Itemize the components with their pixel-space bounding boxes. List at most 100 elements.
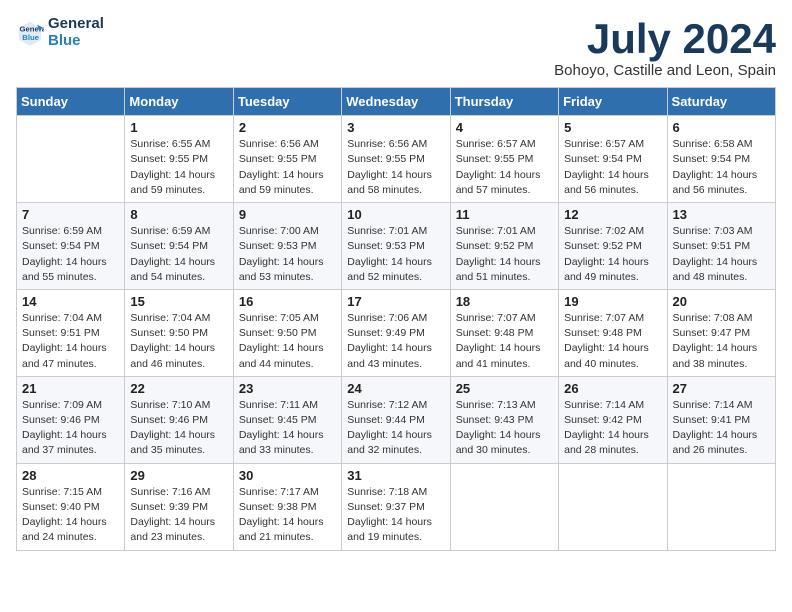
calendar-table: SundayMondayTuesdayWednesdayThursdayFrid… [16, 87, 776, 550]
svg-text:Blue: Blue [22, 33, 39, 42]
logo-line1: General [48, 16, 104, 33]
day-info: Sunrise: 6:56 AM Sunset: 9:55 PM Dayligh… [347, 137, 444, 198]
day-number: 23 [239, 381, 336, 396]
calendar-cell: 6 Sunrise: 6:58 AM Sunset: 9:54 PM Daylig… [667, 116, 775, 203]
day-info: Sunrise: 6:59 AM Sunset: 9:54 PM Dayligh… [130, 224, 227, 285]
calendar-cell: 11Sunrise: 7:01 AM Sunset: 9:52 PM Dayli… [450, 203, 558, 290]
day-number: 11 [456, 207, 553, 222]
weekday-header: Sunday [17, 88, 125, 116]
calendar-week-row: 7 Sunrise: 6:59 AM Sunset: 9:54 PM Daylig… [17, 203, 776, 290]
calendar-cell: 22 Sunrise: 7:10 AM Sunset: 9:46 PM Dayli… [125, 376, 233, 463]
day-number: 3 [347, 120, 444, 135]
day-info: Sunrise: 7:04 AM Sunset: 9:50 PM Dayligh… [130, 311, 227, 372]
calendar-cell: 1Sunrise: 6:55 AM Sunset: 9:55 PM Daylig… [125, 116, 233, 203]
day-info: Sunrise: 7:11 AM Sunset: 9:45 PM Dayligh… [239, 398, 336, 459]
location-subtitle: Bohoyo, Castille and Leon, Spain [554, 62, 776, 79]
month-title: July 2024 [554, 16, 776, 62]
calendar-cell: 30 Sunrise: 7:17 AM Sunset: 9:38 PM Dayli… [233, 463, 341, 550]
logo-icon: General Blue [16, 19, 44, 47]
day-number: 13 [673, 207, 770, 222]
day-info: Sunrise: 7:17 AM Sunset: 9:38 PM Dayligh… [239, 485, 336, 546]
calendar-cell [450, 463, 558, 550]
day-number: 7 [22, 207, 119, 222]
day-number: 9 [239, 207, 336, 222]
day-info: Sunrise: 6:59 AM Sunset: 9:54 PM Dayligh… [22, 224, 119, 285]
calendar-cell: 29 Sunrise: 7:16 AM Sunset: 9:39 PM Dayli… [125, 463, 233, 550]
day-number: 21 [22, 381, 119, 396]
day-number: 5 [564, 120, 661, 135]
day-number: 12 [564, 207, 661, 222]
calendar-week-row: 14 Sunrise: 7:04 AM Sunset: 9:51 PM Dayli… [17, 289, 776, 376]
calendar-cell: 27 Sunrise: 7:14 AM Sunset: 9:41 PM Dayli… [667, 376, 775, 463]
calendar-cell: 4 Sunrise: 6:57 AM Sunset: 9:55 PM Daylig… [450, 116, 558, 203]
day-number: 17 [347, 294, 444, 309]
day-info: Sunrise: 7:07 AM Sunset: 9:48 PM Dayligh… [456, 311, 553, 372]
day-number: 10 [347, 207, 444, 222]
calendar-cell: 16 Sunrise: 7:05 AM Sunset: 9:50 PM Dayli… [233, 289, 341, 376]
day-number: 26 [564, 381, 661, 396]
day-number: 22 [130, 381, 227, 396]
calendar-cell: 14 Sunrise: 7:04 AM Sunset: 9:51 PM Dayli… [17, 289, 125, 376]
day-info: Sunrise: 7:01 AM Sunset: 9:53 PM Dayligh… [347, 224, 444, 285]
calendar-week-row: 28Sunrise: 7:15 AM Sunset: 9:40 PM Dayli… [17, 463, 776, 550]
day-info: Sunrise: 6:57 AM Sunset: 9:54 PM Dayligh… [564, 137, 661, 198]
day-info: Sunrise: 7:05 AM Sunset: 9:50 PM Dayligh… [239, 311, 336, 372]
calendar-cell [17, 116, 125, 203]
day-info: Sunrise: 7:13 AM Sunset: 9:43 PM Dayligh… [456, 398, 553, 459]
calendar-cell: 2Sunrise: 6:56 AM Sunset: 9:55 PM Daylig… [233, 116, 341, 203]
day-number: 8 [130, 207, 227, 222]
calendar-cell: 12 Sunrise: 7:02 AM Sunset: 9:52 PM Dayli… [559, 203, 667, 290]
calendar-cell: 24 Sunrise: 7:12 AM Sunset: 9:44 PM Dayli… [342, 376, 450, 463]
calendar-cell: 15 Sunrise: 7:04 AM Sunset: 9:50 PM Dayli… [125, 289, 233, 376]
calendar-week-row: 1Sunrise: 6:55 AM Sunset: 9:55 PM Daylig… [17, 116, 776, 203]
day-number: 14 [22, 294, 119, 309]
day-info: Sunrise: 7:14 AM Sunset: 9:41 PM Dayligh… [673, 398, 770, 459]
day-number: 6 [673, 120, 770, 135]
day-info: Sunrise: 7:10 AM Sunset: 9:46 PM Dayligh… [130, 398, 227, 459]
calendar-cell: 28Sunrise: 7:15 AM Sunset: 9:40 PM Dayli… [17, 463, 125, 550]
calendar-cell: 26Sunrise: 7:14 AM Sunset: 9:42 PM Dayli… [559, 376, 667, 463]
day-info: Sunrise: 7:09 AM Sunset: 9:46 PM Dayligh… [22, 398, 119, 459]
day-info: Sunrise: 7:12 AM Sunset: 9:44 PM Dayligh… [347, 398, 444, 459]
weekday-header: Saturday [667, 88, 775, 116]
day-number: 30 [239, 468, 336, 483]
day-info: Sunrise: 7:15 AM Sunset: 9:40 PM Dayligh… [22, 485, 119, 546]
day-number: 29 [130, 468, 227, 483]
calendar-cell: 19 Sunrise: 7:07 AM Sunset: 9:48 PM Dayli… [559, 289, 667, 376]
day-number: 19 [564, 294, 661, 309]
calendar-cell: 21 Sunrise: 7:09 AM Sunset: 9:46 PM Dayli… [17, 376, 125, 463]
day-number: 15 [130, 294, 227, 309]
day-info: Sunrise: 6:58 AM Sunset: 9:54 PM Dayligh… [673, 137, 770, 198]
weekday-header-row: SundayMondayTuesdayWednesdayThursdayFrid… [17, 88, 776, 116]
calendar-week-row: 21 Sunrise: 7:09 AM Sunset: 9:46 PM Dayli… [17, 376, 776, 463]
day-info: Sunrise: 7:02 AM Sunset: 9:52 PM Dayligh… [564, 224, 661, 285]
day-info: Sunrise: 7:07 AM Sunset: 9:48 PM Dayligh… [564, 311, 661, 372]
day-number: 4 [456, 120, 553, 135]
weekday-header: Friday [559, 88, 667, 116]
day-number: 16 [239, 294, 336, 309]
weekday-header: Thursday [450, 88, 558, 116]
day-number: 24 [347, 381, 444, 396]
calendar-cell: 7 Sunrise: 6:59 AM Sunset: 9:54 PM Daylig… [17, 203, 125, 290]
day-number: 1 [130, 120, 227, 135]
day-info: Sunrise: 7:00 AM Sunset: 9:53 PM Dayligh… [239, 224, 336, 285]
day-info: Sunrise: 7:03 AM Sunset: 9:51 PM Dayligh… [673, 224, 770, 285]
calendar-cell: 13 Sunrise: 7:03 AM Sunset: 9:51 PM Dayli… [667, 203, 775, 290]
logo-line2: Blue [48, 33, 104, 50]
day-info: Sunrise: 7:16 AM Sunset: 9:39 PM Dayligh… [130, 485, 227, 546]
day-info: Sunrise: 6:56 AM Sunset: 9:55 PM Dayligh… [239, 137, 336, 198]
calendar-cell: 23 Sunrise: 7:11 AM Sunset: 9:45 PM Dayli… [233, 376, 341, 463]
day-info: Sunrise: 6:57 AM Sunset: 9:55 PM Dayligh… [456, 137, 553, 198]
calendar-cell: 18 Sunrise: 7:07 AM Sunset: 9:48 PM Dayli… [450, 289, 558, 376]
weekday-header: Wednesday [342, 88, 450, 116]
calendar-cell: 20Sunrise: 7:08 AM Sunset: 9:47 PM Dayli… [667, 289, 775, 376]
day-number: 27 [673, 381, 770, 396]
calendar-cell: 5 Sunrise: 6:57 AM Sunset: 9:54 PM Daylig… [559, 116, 667, 203]
day-number: 18 [456, 294, 553, 309]
calendar-cell: 3 Sunrise: 6:56 AM Sunset: 9:55 PM Daylig… [342, 116, 450, 203]
day-info: Sunrise: 7:04 AM Sunset: 9:51 PM Dayligh… [22, 311, 119, 372]
calendar-cell [559, 463, 667, 550]
calendar-cell [667, 463, 775, 550]
calendar-cell: 10 Sunrise: 7:01 AM Sunset: 9:53 PM Dayli… [342, 203, 450, 290]
logo: General Blue General Blue [16, 16, 104, 49]
